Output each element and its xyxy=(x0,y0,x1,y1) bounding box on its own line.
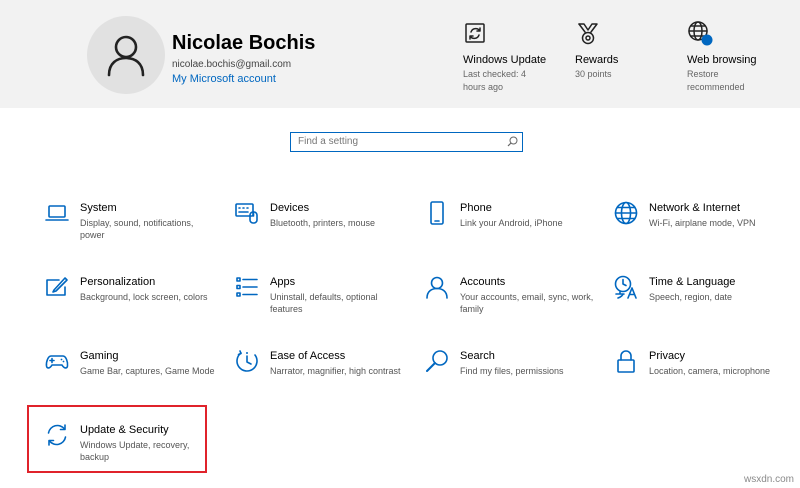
windows-update-status: Last checked: 4 hours ago xyxy=(463,69,527,92)
tile-description: Bluetooth, printers, mouse xyxy=(270,218,376,228)
search-icon[interactable] xyxy=(507,136,518,147)
windows-update-title: Windows Update xyxy=(463,54,547,66)
tile-title: Phone xyxy=(460,202,492,214)
rewards-icon xyxy=(578,23,598,45)
tile-description: Display, sound, notifications, power xyxy=(80,218,194,240)
windows-update-card[interactable]: Windows Update Last checked: 4 hours ago xyxy=(463,20,553,94)
sync-arrows-icon xyxy=(47,424,67,446)
tile-title: Accounts xyxy=(460,276,506,288)
tile-ease-of-access[interactable]: Ease of Access Narrator, magnifier, high… xyxy=(235,349,415,411)
pen-tablet-icon xyxy=(46,277,68,296)
tile-phone[interactable]: Phone Link your Android, iPhone xyxy=(425,201,605,263)
ease-of-access-icon xyxy=(236,350,258,372)
tile-description: Background, lock screen, colors xyxy=(80,292,208,302)
tile-title: Personalization xyxy=(80,276,156,288)
person-avatar-icon xyxy=(107,35,145,77)
tile-title: Apps xyxy=(270,276,296,288)
web-browsing-icon xyxy=(688,21,713,46)
apps-list-icon xyxy=(236,277,258,297)
rewards-points: 30 points xyxy=(575,69,612,79)
tile-description: Speech, region, date xyxy=(649,292,733,302)
tile-title: Devices xyxy=(270,202,310,214)
web-browsing-status: Restore recommended xyxy=(687,69,745,92)
lock-icon xyxy=(617,350,635,373)
windows-update-icon xyxy=(465,23,485,43)
tile-title: Network & Internet xyxy=(649,202,741,214)
tile-description: Narrator, magnifier, high contrast xyxy=(270,366,401,376)
user-email: nicolae.bochis@gmail.com xyxy=(172,59,292,70)
my-microsoft-account-link[interactable]: My Microsoft account xyxy=(172,73,276,85)
time-language-icon xyxy=(614,275,637,299)
globe-icon xyxy=(614,201,638,225)
tile-title: Privacy xyxy=(649,350,686,362)
tile-apps[interactable]: Apps Uninstall, defaults, optional featu… xyxy=(235,275,415,337)
tile-devices[interactable]: Devices Bluetooth, printers, mouse xyxy=(235,201,415,263)
gamepad-icon xyxy=(45,355,69,369)
tile-description: Wi-Fi, airplane mode, VPN xyxy=(649,218,756,228)
tile-title: Update & Security xyxy=(80,424,169,436)
tile-personalization[interactable]: Personalization Background, lock screen,… xyxy=(45,275,225,337)
tile-description: Game Bar, captures, Game Mode xyxy=(80,366,215,376)
rewards-title: Rewards xyxy=(575,54,619,66)
rewards-card[interactable]: Rewards 30 points xyxy=(575,20,655,81)
tile-description: Your accounts, email, sync, work, family xyxy=(460,292,594,314)
account-header: Nicolae Bochis nicolae.bochis@gmail.com … xyxy=(0,0,800,108)
magnifier-icon xyxy=(426,350,448,372)
user-name: Nicolae Bochis xyxy=(172,32,316,54)
web-browsing-card[interactable]: Web browsing Restore recommended xyxy=(687,20,777,94)
tile-accounts[interactable]: Accounts Your accounts, email, sync, wor… xyxy=(425,275,605,337)
web-browsing-title: Web browsing xyxy=(687,54,757,66)
tile-network-internet[interactable]: Network & Internet Wi-Fi, airplane mode,… xyxy=(614,201,794,263)
tile-description: Windows Update, recovery, backup xyxy=(80,440,190,462)
tile-title: Search xyxy=(460,350,495,362)
tile-update-security[interactable]: Update & Security Windows Update, recove… xyxy=(45,423,225,485)
tile-description: Uninstall, defaults, optional features xyxy=(270,292,378,314)
laptop-icon xyxy=(45,205,69,221)
avatar[interactable] xyxy=(87,16,165,94)
search-input[interactable] xyxy=(291,133,506,150)
tile-privacy[interactable]: Privacy Location, camera, microphone xyxy=(614,349,794,411)
tile-title: Ease of Access xyxy=(270,350,346,362)
tile-system[interactable]: System Display, sound, notifications, po… xyxy=(45,201,225,263)
tile-gaming[interactable]: Gaming Game Bar, captures, Game Mode xyxy=(45,349,225,411)
find-a-setting-search[interactable] xyxy=(290,132,523,152)
phone-icon xyxy=(430,201,444,225)
person-icon xyxy=(426,276,448,299)
tile-title: Gaming xyxy=(80,350,119,362)
tile-title: Time & Language xyxy=(649,276,736,288)
tile-search[interactable]: Search Find my files, permissions xyxy=(425,349,605,411)
keyboard-icon xyxy=(235,203,258,224)
tile-description: Find my files, permissions xyxy=(460,366,564,376)
tile-title: System xyxy=(80,202,117,214)
watermark: wsxdn.com xyxy=(743,474,794,485)
tile-description: Link your Android, iPhone xyxy=(460,218,563,228)
tile-time-language[interactable]: Time & Language Speech, region, date xyxy=(614,275,794,337)
tile-description: Location, camera, microphone xyxy=(649,366,771,376)
